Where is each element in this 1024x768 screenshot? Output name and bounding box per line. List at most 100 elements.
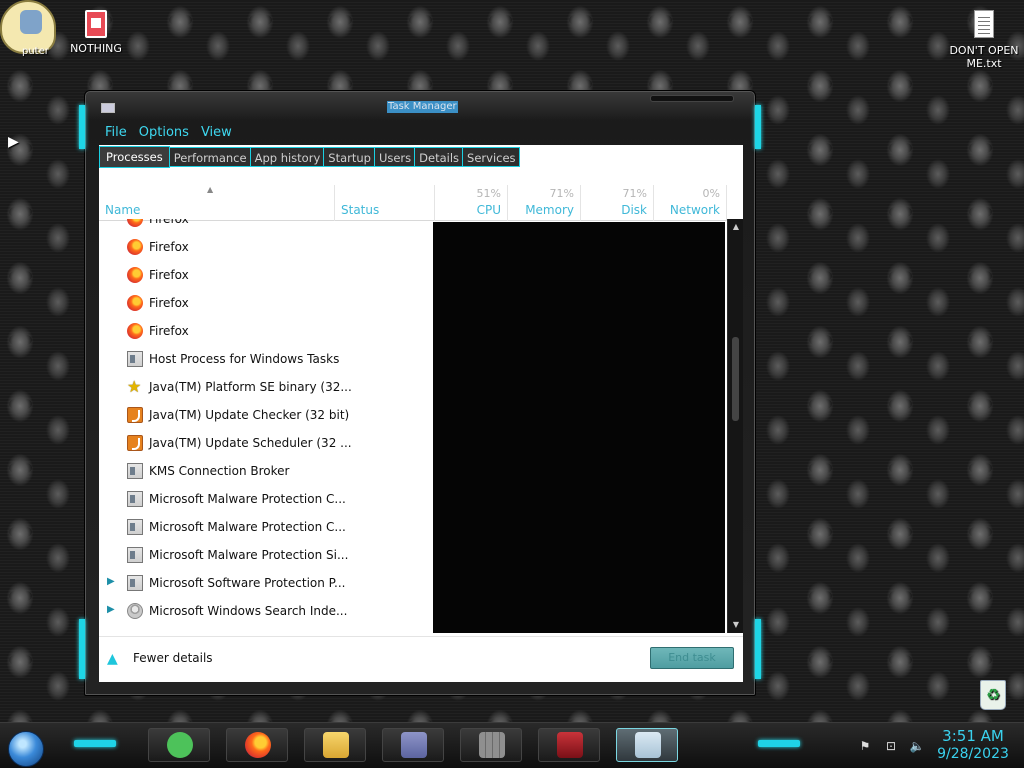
text-file-icon (974, 10, 994, 38)
tab-details[interactable]: Details (415, 147, 464, 167)
process-row[interactable]: Java(TM) Update Checker (32 bit) (99, 401, 727, 429)
desktop-icon-recycle-bin[interactable]: ♻ (970, 680, 1016, 710)
process-name: Firefox (149, 296, 189, 310)
process-row[interactable]: Firefox (99, 261, 727, 289)
process-row[interactable]: Firefox (99, 289, 727, 317)
taskbar-notes-button[interactable] (148, 728, 210, 762)
processes-panel: ▲ Name Status 51% CPU 71% Memory 71% Dis… (99, 169, 743, 682)
desktop-icon-dont-open[interactable]: DON'T OPEN ME.txt (946, 10, 1022, 70)
java-icon (127, 407, 143, 423)
process-name: Host Process for Windows Tasks (149, 352, 340, 366)
process-row[interactable]: Java(TM) Update Scheduler (32 ... (99, 429, 727, 457)
process-row[interactable]: ★ Java(TM) Platform SE binary (32... (99, 373, 727, 401)
tab-users[interactable]: Users (374, 147, 416, 167)
firefox-icon (127, 295, 143, 311)
mouse-cursor-icon: ▶ (8, 134, 19, 150)
process-row[interactable]: ▶ Microsoft Windows Search Inde... (99, 597, 727, 625)
system-tray: ⚑ ⊡ 🔈 (856, 739, 926, 753)
process-name: Firefox (149, 240, 189, 254)
window-icon (127, 519, 143, 535)
start-button[interactable] (8, 731, 44, 767)
java-star-icon: ★ (127, 377, 142, 396)
fewer-details-link[interactable]: Fewer details (133, 651, 213, 665)
folder-icon (323, 732, 349, 758)
process-row[interactable]: ▶ Microsoft Software Protection P... (99, 569, 727, 597)
menu-file[interactable]: File (99, 123, 133, 143)
process-name: Java(TM) Update Scheduler (32 ... (149, 436, 352, 450)
column-header-disk[interactable]: 71% Disk (581, 185, 654, 221)
window-side-glow (755, 619, 761, 679)
column-header-name[interactable]: Name (99, 185, 335, 221)
task-manager-app-icon (101, 103, 115, 113)
clock-time: 3:51 AM (942, 727, 1004, 745)
desktop-icon-computer[interactable]: puter (0, 0, 64, 58)
column-header-memory[interactable]: 71% Memory (508, 185, 581, 221)
red-app-icon (557, 732, 583, 758)
taskbar-glow (758, 740, 800, 747)
task-manager-icon (635, 732, 661, 758)
clock[interactable]: 3:51 AM 9/28/2023 (930, 727, 1016, 763)
volume-icon[interactable]: 🔈 (908, 739, 926, 753)
process-row[interactable]: Firefox (99, 233, 727, 261)
notes-icon (167, 732, 193, 758)
process-name: Microsoft Windows Search Inde... (149, 604, 348, 618)
end-task-button[interactable]: End task (650, 647, 734, 669)
clock-date: 9/28/2023 (937, 746, 1009, 762)
desktop-icon-label: puter (22, 46, 49, 57)
window-icon (127, 547, 143, 563)
process-row[interactable]: Host Process for Windows Tasks (99, 345, 727, 373)
process-name: Microsoft Malware Protection C... (149, 520, 346, 534)
window-icon (127, 575, 143, 591)
process-name: KMS Connection Broker (149, 464, 290, 478)
window-icon (127, 463, 143, 479)
scroll-down-icon[interactable]: ▼ (730, 619, 742, 631)
process-row[interactable]: KMS Connection Broker (99, 457, 727, 485)
process-row[interactable]: Microsoft Malware Protection C... (99, 485, 727, 513)
process-name: Firefox (149, 324, 189, 338)
process-row[interactable]: Microsoft Malware Protection C... (99, 513, 727, 541)
desktop-icon-nothing[interactable]: NOTHING (66, 8, 126, 55)
expand-chevron-icon[interactable]: ▶ (107, 604, 115, 615)
taskbar-task-manager-button[interactable] (616, 728, 678, 762)
tab-processes[interactable]: Processes (99, 146, 170, 168)
menu-bar: File Options View (99, 123, 743, 143)
process-row[interactable]: Firefox (99, 219, 727, 233)
process-name: Java(TM) Platform SE binary (32... (149, 380, 352, 394)
taskbar-card-button[interactable] (382, 728, 444, 762)
taskbar-app-button[interactable] (538, 728, 600, 762)
tab-services[interactable]: Services (463, 147, 520, 167)
flag-icon[interactable]: ⚑ (856, 739, 874, 753)
process-name: Microsoft Malware Protection Si... (149, 548, 349, 562)
process-row[interactable]: Firefox (99, 317, 727, 345)
firefox-icon (127, 239, 143, 255)
window-side-glow (79, 619, 85, 679)
process-list-scrollbar[interactable]: ▲ ▼ (727, 219, 743, 633)
taskbar-explorer-button[interactable] (304, 728, 366, 762)
chevron-up-icon[interactable]: ▲ (107, 651, 123, 667)
taskbar-firewall-button[interactable] (460, 728, 522, 762)
process-name: Java(TM) Update Checker (32 bit) (149, 408, 350, 422)
tab-app-history[interactable]: App history (250, 147, 325, 167)
expand-chevron-icon[interactable]: ▶ (107, 576, 115, 587)
scroll-up-icon[interactable]: ▲ (730, 221, 742, 233)
network-usage-total: 0% (702, 187, 720, 200)
window-icon (127, 491, 143, 507)
scrollbar-thumb[interactable] (732, 337, 739, 421)
column-header-status[interactable]: Status (335, 185, 435, 221)
column-header-cpu[interactable]: 51% CPU (435, 185, 508, 221)
tab-performance[interactable]: Performance (169, 147, 251, 167)
menu-view[interactable]: View (195, 123, 238, 143)
memory-usage-total: 71% (549, 187, 574, 200)
process-name: Microsoft Malware Protection C... (149, 492, 346, 506)
tab-startup[interactable]: Startup (324, 147, 375, 167)
firefox-icon (127, 267, 143, 283)
window-title: Task Manager (387, 101, 458, 113)
java-icon (127, 435, 143, 451)
process-row[interactable]: Microsoft Malware Protection Si... (99, 541, 727, 569)
taskbar-firefox-button[interactable] (226, 728, 288, 762)
taskbar: ⚑ ⊡ 🔈 3:51 AM 9/28/2023 (0, 722, 1024, 768)
network-icon[interactable]: ⊡ (882, 739, 900, 753)
firefox-icon (245, 732, 271, 758)
menu-options[interactable]: Options (133, 123, 195, 143)
column-header-network[interactable]: 0% Network (654, 185, 727, 221)
